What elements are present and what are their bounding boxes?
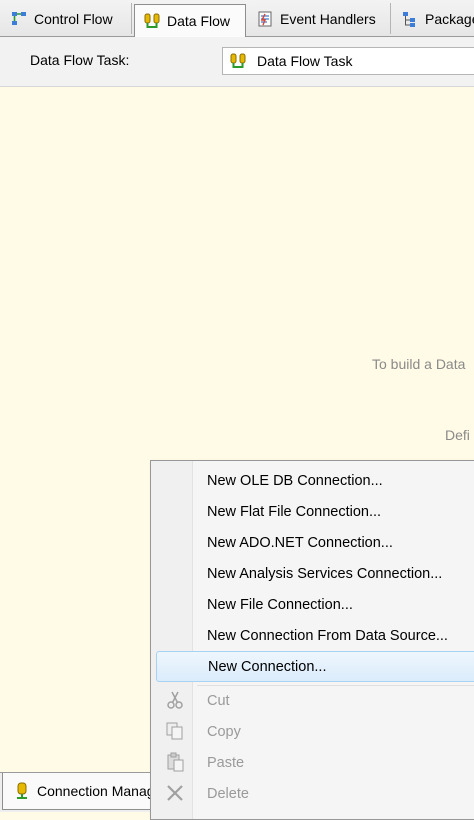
menu-item-new-flat-file-connection[interactable]: New Flat File Connection... (153, 496, 474, 527)
menu-item-new-connection[interactable]: New Connection... (156, 651, 474, 682)
tab-control-flow[interactable]: Control Flow (2, 3, 132, 34)
menu-item-label: Cut (207, 692, 230, 709)
menu-item-label: Delete (207, 785, 249, 802)
bottom-tab-label: Connection Managers (37, 783, 162, 799)
canvas-hint-link[interactable]: To build a Data (372, 356, 465, 372)
designer-tab-strip: Control Flow Data Flow Event Handlers Pa… (0, 0, 474, 37)
delete-x-icon (167, 785, 183, 801)
menu-item-label: New Connection... (208, 658, 327, 675)
tab-label: Package Explorer (425, 10, 474, 27)
data-flow-icon (230, 53, 246, 68)
menu-item-label: New Flat File Connection... (207, 503, 382, 520)
menu-item-label: New Analysis Services Connection... (207, 565, 443, 582)
tab-connection-managers[interactable]: Connection Managers (2, 773, 162, 810)
canvas-hint-text: Defi (445, 427, 470, 443)
menu-item-cut[interactable]: Cut (153, 685, 474, 716)
data-flow-task-select[interactable]: Data Flow Task (222, 47, 474, 75)
tab-label: Data Flow (167, 13, 231, 29)
menu-item-paste[interactable]: Paste (153, 747, 474, 778)
package-explorer-icon (403, 11, 415, 27)
connection-context-menu: New OLE DB Connection... New Flat File C… (150, 460, 474, 820)
task-select-value: Data Flow Task (257, 53, 353, 69)
connection-manager-icon (17, 782, 27, 799)
tab-event-handlers[interactable]: Event Handlers (248, 3, 391, 34)
tab-label: Control Flow (34, 10, 113, 27)
task-label: Data Flow Task: (30, 52, 130, 68)
menu-item-new-file-connection[interactable]: New File Connection... (153, 589, 474, 620)
copy-icon (166, 722, 183, 740)
menu-item-label: New Connection From Data Source... (207, 627, 448, 644)
data-flow-icon (144, 13, 160, 28)
menu-item-label: New File Connection... (207, 596, 353, 613)
menu-item-label: Copy (207, 723, 241, 740)
menu-item-new-ole-db-connection[interactable]: New OLE DB Connection... (153, 465, 474, 496)
tab-label: Event Handlers (280, 10, 376, 27)
paste-icon (167, 752, 184, 772)
menu-item-new-connection-from-data-source[interactable]: New Connection From Data Source... (153, 620, 474, 651)
tab-package-explorer[interactable]: Package Explorer (393, 3, 474, 34)
menu-item-new-analysis-services-connection[interactable]: New Analysis Services Connection... (153, 558, 474, 589)
menu-item-label: Paste (207, 754, 245, 771)
menu-item-label: New ADO.NET Connection... (207, 534, 393, 551)
menu-item-delete[interactable]: Delete (153, 778, 474, 809)
menu-item-label: New OLE DB Connection... (207, 472, 383, 489)
scissors-icon (167, 691, 183, 709)
tab-data-flow[interactable]: Data Flow (134, 4, 246, 37)
menu-item-new-ado-net-connection[interactable]: New ADO.NET Connection... (153, 527, 474, 558)
event-handlers-icon (258, 11, 272, 26)
menu-item-copy[interactable]: Copy (153, 716, 474, 747)
task-selector-bar: Data Flow Task: Data Flow Task (0, 37, 474, 87)
control-flow-icon (12, 11, 26, 25)
